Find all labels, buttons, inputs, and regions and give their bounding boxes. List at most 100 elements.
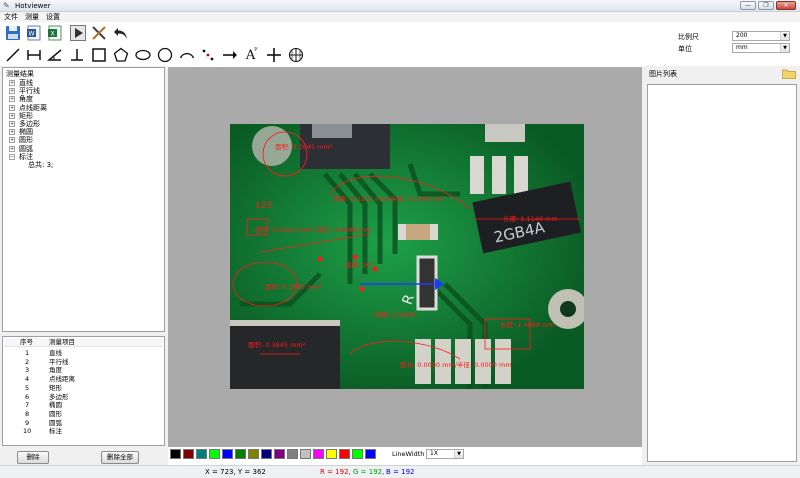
color-swatch[interactable] (196, 449, 207, 459)
tree-item[interactable]: − 标注 (9, 153, 33, 161)
delete-button[interactable]: 删除 (17, 451, 49, 464)
linewidth-select[interactable]: 1X ▼ (426, 449, 464, 459)
table-row[interactable]: 9 圆弧 (4, 419, 163, 427)
perpendicular-icon[interactable] (68, 46, 85, 63)
color-swatch[interactable] (326, 449, 337, 459)
tree-item[interactable]: + 圆形 (9, 136, 33, 144)
color-swatch[interactable] (287, 449, 298, 459)
table-row[interactable]: 5 矩形 (4, 384, 163, 392)
export-excel-icon[interactable]: X (46, 24, 63, 41)
annotation-distance[interactable]: 距离: 0.0608 (375, 312, 415, 319)
annotation-arc[interactable]: 弧长: 0.0000 mm/半径: 0.0000 mm (400, 362, 512, 369)
table-row[interactable]: 1 直线 (4, 349, 163, 357)
table-row[interactable]: 10 标注 (4, 427, 163, 435)
annotation-ellipse[interactable]: 面积: 0.1809 mm² (265, 284, 322, 291)
scale-select[interactable]: 200 ▼ (732, 31, 790, 41)
color-swatch[interactable] (209, 449, 220, 459)
tree-child-total[interactable]: 总共: 3; (28, 161, 53, 169)
results-tree[interactable]: 测量结果 + 直线 + 平行线 + 角度 + 点线距离 + 矩形 + 多边形 + 椭圆 + 圆形 + 圆弧 − 标注总… (2, 67, 165, 332)
annotation-rect[interactable]: 面积: 0.5414 mm²/ 周长: 0.4698 mm (255, 227, 371, 234)
minimize-button[interactable]: — (740, 1, 756, 10)
expand-icon[interactable]: + (9, 121, 15, 127)
image-list-title: 图片列表 (649, 70, 677, 78)
color-swatch[interactable] (352, 449, 363, 459)
expand-icon[interactable]: + (9, 80, 15, 86)
annotation-angle[interactable]: 角度: 30° (345, 262, 374, 269)
annotation-circle-1[interactable]: 面积: 0.2645 mm² (275, 144, 332, 151)
annotation-rect-2[interactable]: 长度: 1.4968 mm (500, 322, 555, 329)
unit-select[interactable]: mm ▼ (732, 43, 790, 53)
tree-item[interactable]: + 矩形 (9, 112, 33, 120)
menu-settings[interactable]: 设置 (46, 13, 60, 21)
annotation-parallel[interactable]: 距离: 0.2221 mm/半径: 0.2548 mm (333, 196, 445, 203)
tree-root[interactable]: 测量结果 (6, 70, 34, 78)
color-swatch[interactable] (274, 449, 285, 459)
color-swatch[interactable] (313, 449, 324, 459)
table-row[interactable]: 3 角度 (4, 366, 163, 374)
restore-button[interactable]: ❐ (758, 1, 774, 10)
line-icon[interactable] (4, 46, 21, 63)
expand-icon[interactable]: + (9, 88, 15, 95)
table-row[interactable]: 7 椭圆 (4, 401, 163, 409)
play-icon[interactable] (69, 24, 86, 41)
expand-icon[interactable]: + (9, 129, 15, 136)
table-row[interactable]: 6 多边形 (4, 393, 163, 401)
ellipse-icon[interactable] (134, 46, 151, 63)
collapse-icon[interactable]: − (9, 153, 15, 160)
rectangle-icon[interactable] (90, 46, 107, 63)
table-row[interactable]: 8 圆形 (4, 410, 163, 418)
annotation-line[interactable]: 长度: 1.1148 mm (503, 216, 558, 223)
crosshair-icon[interactable] (265, 46, 282, 63)
tree-item[interactable]: + 平行线 (9, 87, 40, 95)
grid-target-icon[interactable] (287, 46, 304, 63)
tree-item-label: 直线 (19, 79, 33, 87)
close-button[interactable]: ✕ (776, 1, 796, 10)
color-swatch[interactable] (183, 449, 194, 459)
pcb-image[interactable]: 2GB4A 123 R 面积: 0.2645 mm² 距离: 0.2221 mm… (230, 124, 584, 389)
circle-icon[interactable] (156, 46, 173, 63)
export-word-icon[interactable]: W (25, 24, 42, 41)
arrow-icon[interactable] (221, 46, 238, 63)
color-swatch[interactable] (339, 449, 350, 459)
dimension-line-icon[interactable] (25, 46, 42, 63)
table-row[interactable]: 2 平行线 (4, 358, 163, 366)
undo-arrow-icon[interactable] (112, 24, 129, 41)
point-distance-icon[interactable] (199, 46, 216, 63)
table-row[interactable]: 4 点线距离 (4, 375, 163, 383)
color-swatch[interactable] (365, 449, 376, 459)
color-swatch[interactable] (300, 449, 311, 459)
color-swatch[interactable] (248, 449, 259, 459)
scale-label: 比例尺 (678, 33, 699, 41)
menu-file[interactable]: 文件 (4, 13, 18, 21)
arc-icon[interactable] (178, 46, 195, 63)
expand-icon[interactable]: + (9, 137, 15, 144)
items-table[interactable]: 序号 测量项目 1 直线 2 平行线 3 角度 4 点线距离 5 矩形 6 多边形 7 椭圆 8 圆形 9 圆弧 1… (2, 336, 165, 446)
expand-icon[interactable]: + (9, 112, 15, 119)
tree-item[interactable]: + 椭圆 (9, 128, 33, 136)
expand-icon[interactable]: + (9, 96, 15, 103)
menu-measure[interactable]: 测量 (25, 13, 39, 21)
clear-tools-icon[interactable] (90, 24, 107, 41)
color-swatch[interactable] (235, 449, 246, 459)
tree-item[interactable]: + 多边形 (9, 120, 40, 128)
color-swatch[interactable] (170, 449, 181, 459)
text-tool-sup: 字 (253, 45, 257, 51)
row-item: 椭圆 (49, 401, 62, 410)
folder-icon[interactable] (782, 68, 796, 79)
delete-all-button[interactable]: 删除全部 (101, 451, 139, 464)
polygon-icon[interactable] (112, 46, 129, 63)
color-swatch[interactable] (261, 449, 272, 459)
save-icon[interactable] (4, 24, 21, 41)
tree-item[interactable]: + 点线距离 (9, 104, 47, 112)
tree-item[interactable]: + 角度 (9, 95, 33, 103)
tree-item[interactable]: + 圆弧 (9, 145, 33, 153)
image-list[interactable] (647, 84, 797, 462)
tree-item[interactable]: + 直线 (9, 79, 33, 87)
expand-icon[interactable]: + (9, 104, 15, 111)
angle-icon[interactable] (46, 46, 63, 63)
expand-icon[interactable]: + (9, 145, 15, 152)
annotation-polygon[interactable]: 面积: 0.3845 mm² (248, 342, 305, 349)
image-canvas[interactable]: 2GB4A 123 R 面积: 0.2645 mm² 距离: 0.2221 mm… (168, 67, 642, 447)
text-label-icon[interactable]: A字 (243, 44, 260, 61)
color-swatch[interactable] (222, 449, 233, 459)
